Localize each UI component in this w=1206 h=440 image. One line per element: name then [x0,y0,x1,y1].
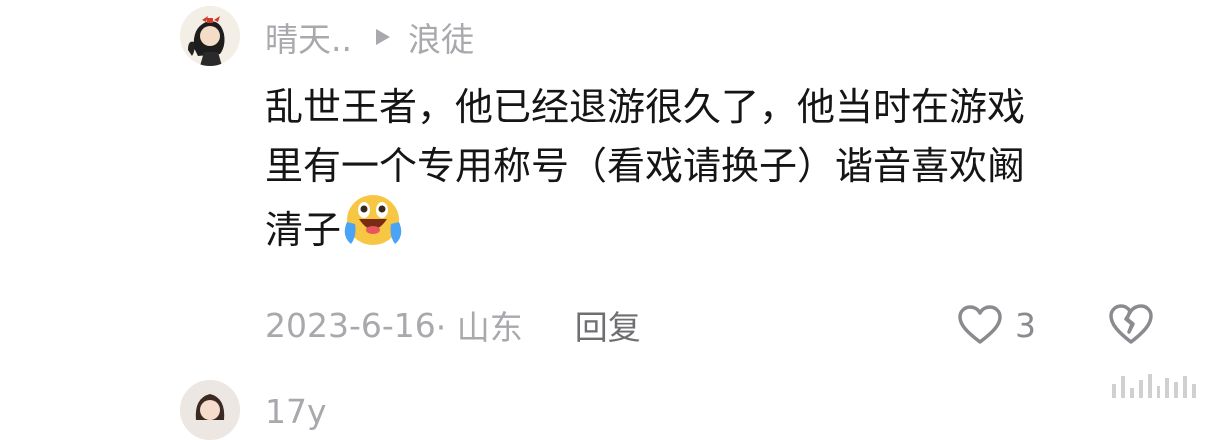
comment-location: · 山东 [435,308,523,347]
author-name[interactable]: 晴天.. [265,13,352,61]
crying-laughing-emoji-icon [343,192,403,265]
like-count: 3 [1015,305,1036,345]
watermark-icon [1112,370,1197,398]
comment-date: 2023-6-16 [265,305,436,345]
commenter-avatar[interactable] [180,6,240,66]
reply-to-name[interactable]: 浪徒 [408,13,474,61]
dislike-button[interactable] [1107,302,1155,350]
comment-line-last: 清子 [265,195,1165,269]
heart-icon [958,305,1002,344]
comment-body: 乱世王者，他已经退游很久了，他当时在游戏 里有一个专用称号（看戏请换子）谐音喜欢… [265,78,1165,269]
next-author-name[interactable]: 17y [265,392,327,431]
reply-arrow-icon [374,27,392,47]
next-commenter-avatar[interactable] [180,380,240,440]
like-button[interactable]: 3 [957,300,1036,350]
comment-line: 里有一个专用称号（看戏请换子）谐音喜欢阚 [265,144,1026,188]
broken-heart-icon [1109,304,1153,344]
comment-header: 晴天.. 浪徒 [265,14,474,60]
comment-meta: 2023-6-16 · 山东 回复 [265,300,641,350]
comment-line: 乱世王者，他已经退游很久了，他当时在游戏 [265,85,1026,129]
reply-button[interactable]: 回复 [575,301,641,349]
